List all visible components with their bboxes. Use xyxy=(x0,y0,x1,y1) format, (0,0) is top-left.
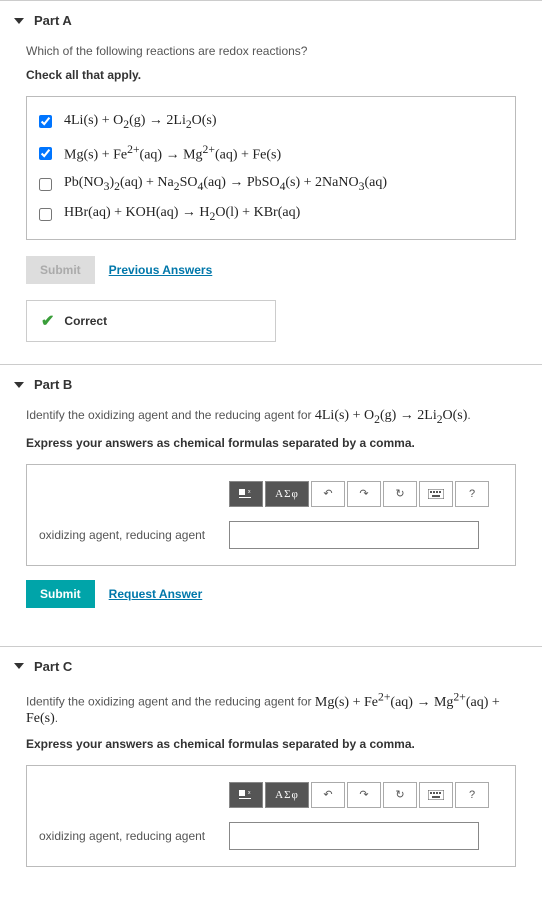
option-row: HBr(aq) + KOH(aq) → H2O(l) + KBr(aq) xyxy=(39,199,503,229)
keyboard-button[interactable] xyxy=(419,782,453,808)
keyboard-button[interactable] xyxy=(419,481,453,507)
formula-toolbar: x ΑΣφ ↶ ↷ ↻ ? xyxy=(229,782,503,808)
correct-text: Correct xyxy=(64,314,107,328)
question-post: . xyxy=(55,711,58,725)
part-b: Part B Identify the oxidizing agent and … xyxy=(0,364,542,646)
correct-feedback: ✔ Correct xyxy=(26,300,276,342)
reset-button[interactable]: ↻ xyxy=(383,481,417,507)
part-a-title: Part A xyxy=(34,13,72,28)
part-a-question: Which of the following reactions are red… xyxy=(26,44,516,58)
option-equation-2: Mg(s) + Fe2+(aq) → Mg2+(aq) + Fe(s) xyxy=(64,143,281,164)
option-checkbox-3[interactable] xyxy=(39,178,52,191)
option-row: Mg(s) + Fe2+(aq) → Mg2+(aq) + Fe(s) xyxy=(39,137,503,170)
caret-down-icon xyxy=(14,382,24,388)
part-c-instruction: Express your answers as chemical formula… xyxy=(26,737,516,751)
option-equation-3: Pb(NO3)2(aq) + Na2SO4(aq) → PbSO4(s) + 2… xyxy=(64,175,387,193)
question-pre: Identify the oxidizing agent and the red… xyxy=(26,408,315,422)
help-button[interactable]: ? xyxy=(455,481,489,507)
part-a: Part A Which of the following reactions … xyxy=(0,0,542,364)
checkmark-icon: ✔ xyxy=(41,311,54,331)
option-checkbox-2[interactable] xyxy=(39,147,52,160)
option-row: Pb(NO3)2(aq) + Na2SO4(aq) → PbSO4(s) + 2… xyxy=(39,169,503,199)
part-a-body: Which of the following reactions are red… xyxy=(0,40,542,364)
part-b-button-row: Submit Request Answer xyxy=(26,580,516,608)
greek-button[interactable]: ΑΣφ xyxy=(265,481,309,507)
part-c-body: Identify the oxidizing agent and the red… xyxy=(0,686,542,903)
answer-row: oxidizing agent, reducing agent xyxy=(39,521,503,549)
greek-button[interactable]: ΑΣφ xyxy=(265,782,309,808)
caret-down-icon xyxy=(14,18,24,24)
option-row: 4Li(s) + O2(g) → 2Li2O(s) xyxy=(39,107,503,137)
part-b-instruction: Express your answers as chemical formula… xyxy=(26,436,516,450)
question-equation: 4Li(s) + O2(g) → 2Li2O(s) xyxy=(315,408,468,423)
svg-text:x: x xyxy=(248,489,251,495)
redo-button[interactable]: ↷ xyxy=(347,782,381,808)
part-b-title: Part B xyxy=(34,377,72,392)
part-a-button-row: Submit Previous Answers xyxy=(26,256,516,284)
part-a-instruction: Check all that apply. xyxy=(26,68,516,82)
option-checkbox-1[interactable] xyxy=(39,115,52,128)
part-c-title: Part C xyxy=(34,659,72,674)
part-b-body: Identify the oxidizing agent and the red… xyxy=(0,404,542,646)
reset-button[interactable]: ↻ xyxy=(383,782,417,808)
answer-area: x ΑΣφ ↶ ↷ ↻ ? oxidizing agent, reducing … xyxy=(26,765,516,867)
answer-input[interactable] xyxy=(229,521,479,549)
question-post: . xyxy=(467,408,470,422)
submit-button: Submit xyxy=(26,256,95,284)
caret-down-icon xyxy=(14,663,24,669)
formula-toolbar: x ΑΣφ ↶ ↷ ↻ ? xyxy=(229,481,503,507)
part-a-header[interactable]: Part A xyxy=(0,1,542,40)
svg-text:x: x xyxy=(248,790,251,796)
undo-button[interactable]: ↶ xyxy=(311,782,345,808)
part-c-question: Identify the oxidizing agent and the red… xyxy=(26,690,516,727)
question-pre: Identify the oxidizing agent and the red… xyxy=(26,695,315,709)
options-box: 4Li(s) + O2(g) → 2Li2O(s) Mg(s) + Fe2+(a… xyxy=(26,96,516,240)
answer-input[interactable] xyxy=(229,822,479,850)
part-c-header[interactable]: Part C xyxy=(0,647,542,686)
part-c: Part C Identify the oxidizing agent and … xyxy=(0,646,542,903)
request-answer-link[interactable]: Request Answer xyxy=(109,587,203,601)
part-b-header[interactable]: Part B xyxy=(0,365,542,404)
undo-button[interactable]: ↶ xyxy=(311,481,345,507)
option-equation-1: 4Li(s) + O2(g) → 2Li2O(s) xyxy=(64,113,217,131)
format-button[interactable]: x xyxy=(229,481,263,507)
submit-button[interactable]: Submit xyxy=(26,580,95,608)
answer-label: oxidizing agent, reducing agent xyxy=(39,829,219,843)
previous-answers-link[interactable]: Previous Answers xyxy=(109,263,213,277)
answer-row: oxidizing agent, reducing agent xyxy=(39,822,503,850)
option-checkbox-4[interactable] xyxy=(39,208,52,221)
answer-area: x ΑΣφ ↶ ↷ ↻ ? oxidizing agent, reducing … xyxy=(26,464,516,566)
part-b-question: Identify the oxidizing agent and the red… xyxy=(26,408,516,426)
format-button[interactable]: x xyxy=(229,782,263,808)
redo-button[interactable]: ↷ xyxy=(347,481,381,507)
answer-label: oxidizing agent, reducing agent xyxy=(39,528,219,542)
option-equation-4: HBr(aq) + KOH(aq) → H2O(l) + KBr(aq) xyxy=(64,205,300,223)
help-button[interactable]: ? xyxy=(455,782,489,808)
